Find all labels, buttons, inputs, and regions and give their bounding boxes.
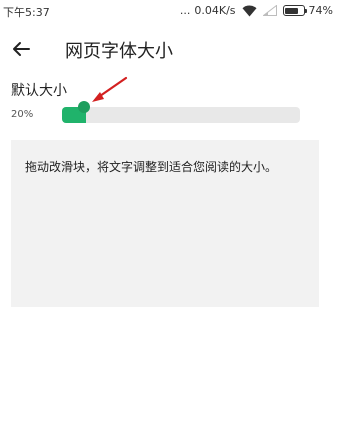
battery-percent: 74% [308, 4, 333, 17]
network-speed: 0.04K/s [194, 4, 236, 17]
font-size-percent: 20% [11, 109, 34, 120]
status-bar: 下午5:37 ... 0.04K/s 74% [0, 0, 339, 22]
cell-signal-icon [262, 5, 277, 16]
status-dots: ... [179, 4, 191, 17]
setting-label: 默认大小 [11, 83, 67, 99]
status-indicators: ... 0.04K/s 74% [180, 4, 333, 17]
font-size-slider[interactable] [62, 101, 300, 123]
page-title: 网页字体大小 [65, 41, 173, 62]
preview-text: 拖动改滑块，将文字调整到适合您阅读的大小。 [25, 160, 278, 174]
battery-fill [285, 7, 299, 14]
arrow-left-icon[interactable] [10, 38, 32, 60]
annotation-arrow-icon [92, 76, 128, 102]
status-time: 下午5:37 [3, 6, 50, 19]
preview-panel: 拖动改滑块，将文字调整到适合您阅读的大小。 [11, 140, 319, 307]
battery-icon [282, 5, 308, 16]
wifi-icon [242, 5, 257, 16]
